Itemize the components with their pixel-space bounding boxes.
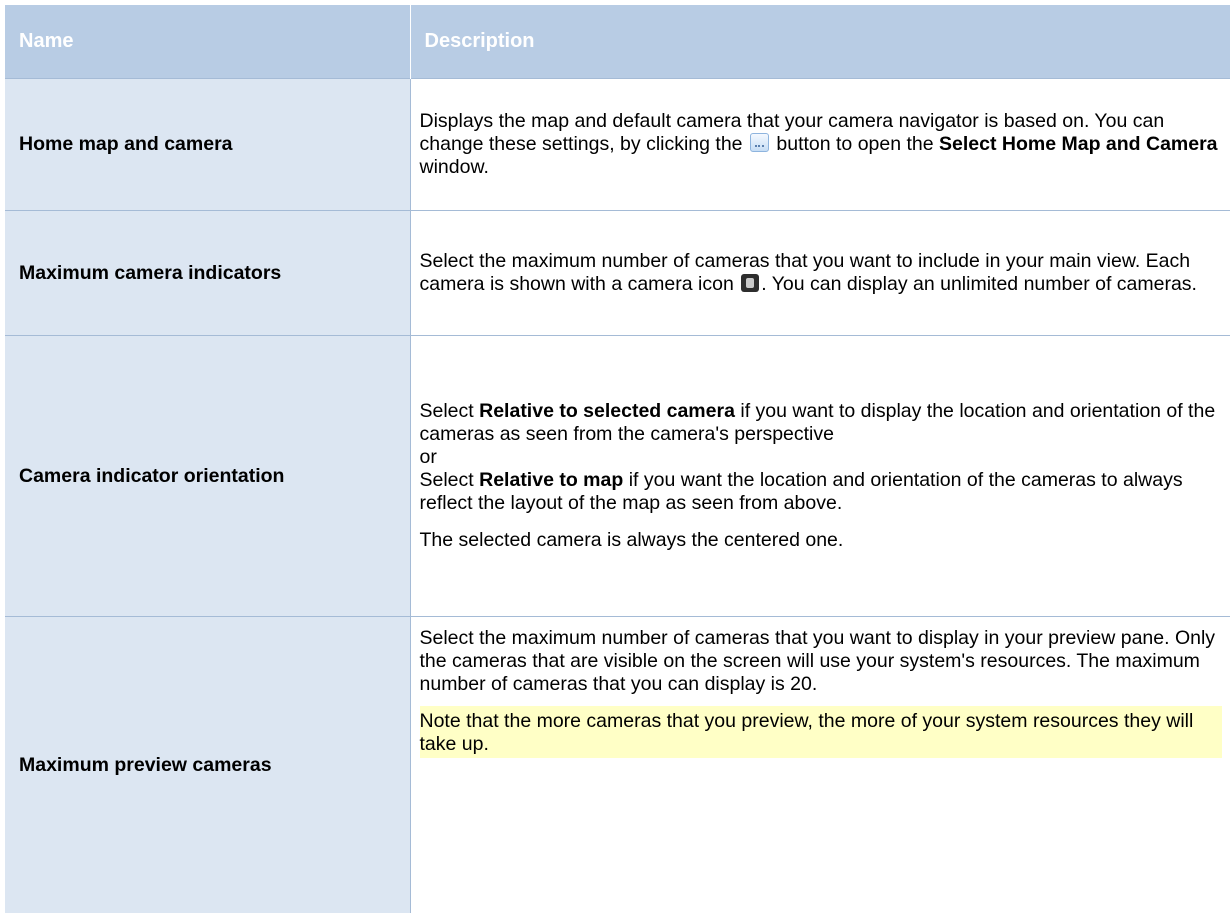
row-description: Displays the map and default camera that…: [410, 79, 1230, 211]
row-description: Select Relative to selected camera if yo…: [410, 336, 1230, 617]
table-row: Camera indicator orientation Select Rela…: [5, 336, 1230, 617]
description-text: . You can display an unlimited number of…: [761, 273, 1197, 295]
description-paragraph: The selected camera is always the center…: [420, 529, 1223, 552]
row-name: Maximum camera indicators: [5, 211, 410, 336]
row-name: Camera indicator orientation: [5, 336, 410, 617]
option-name: Relative to selected camera: [479, 400, 735, 422]
row-name: Home map and camera: [5, 79, 410, 211]
ellipsis-button-icon: [750, 133, 769, 152]
description-text: Select: [420, 400, 474, 422]
description-text: button to open the: [776, 133, 933, 155]
table-header-row: Name Description: [5, 5, 1230, 79]
camera-icon: [741, 274, 759, 292]
column-header-name: Name: [5, 5, 410, 79]
column-header-description: Description: [410, 5, 1230, 79]
window-name: Select Home Map and Camera: [939, 133, 1218, 155]
description-text: Select: [420, 469, 474, 491]
description-paragraph: Select Relative to selected camera if yo…: [420, 400, 1223, 515]
or-text: or: [420, 446, 437, 468]
table-row: Home map and camera Displays the map and…: [5, 79, 1230, 211]
note-box: Note that the more cameras that you prev…: [420, 706, 1223, 758]
row-description: Select the maximum number of cameras tha…: [410, 617, 1230, 913]
row-name: Maximum preview cameras: [5, 617, 410, 913]
settings-table: Name Description Home map and camera Dis…: [5, 5, 1230, 913]
row-description: Select the maximum number of cameras tha…: [410, 211, 1230, 336]
option-name: Relative to map: [479, 469, 623, 491]
table-row: Maximum preview cameras Select the maxim…: [5, 617, 1230, 913]
description-paragraph: Select the maximum number of cameras tha…: [420, 627, 1223, 696]
description-text: window.: [420, 156, 489, 178]
table-row: Maximum camera indicators Select the max…: [5, 211, 1230, 336]
